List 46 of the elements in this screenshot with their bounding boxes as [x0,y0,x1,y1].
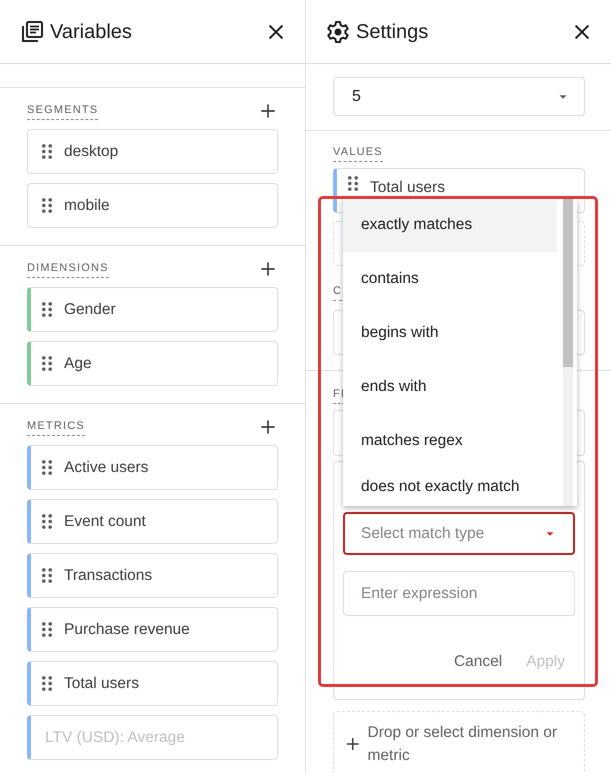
rows-select[interactable]: 5 [333,77,585,116]
drag-handle-icon [42,622,52,637]
chip-label: desktop [64,142,118,162]
drag-handle-icon [348,176,358,191]
chip-label: Transactions [64,566,152,586]
drag-handle-icon [42,514,52,529]
chip[interactable]: mobile [27,183,278,228]
chip-label: Gender [64,300,116,320]
chip-label: Active users [64,458,148,478]
cancel-button[interactable]: Cancel [444,644,512,680]
variables-icon [20,20,44,44]
chip-label: Total users [64,674,139,694]
chip-label: LTV (USD): Average [45,728,185,748]
chip[interactable]: Gender [27,287,278,332]
chip[interactable]: Purchase revenue [27,607,278,652]
chip[interactable]: Event count [27,499,278,544]
drag-handle-icon [42,460,52,475]
gear-icon [326,20,350,44]
panel-title: Settings [356,20,428,44]
chip-label: Purchase revenue [64,620,190,640]
chip[interactable]: Active users [27,445,278,490]
menu-item[interactable]: does not exactly match [343,468,557,506]
chip-label: mobile [64,196,110,216]
drag-handle-icon [42,144,52,159]
section-label: VALUES [333,144,383,162]
drag-handle-icon [42,356,52,371]
chip[interactable]: desktop [27,129,278,174]
match-type-select[interactable]: Select match type [343,512,575,555]
section-label: METRICS [27,418,85,436]
expression-field[interactable]: Enter expression [343,571,575,616]
section-label: SEGMENTS [27,102,98,120]
drag-handle-icon [42,676,52,691]
drop-zone[interactable]: Drop or select dimension or metric [333,711,585,773]
chip-label: Age [64,354,92,374]
drag-handle-icon [42,568,52,583]
chip[interactable]: Age [27,341,278,386]
drag-handle-icon [42,198,52,213]
chip[interactable]: Total users [27,661,278,706]
section-label: DIMENSIONS [27,260,109,278]
section-label: C [333,282,342,302]
chip[interactable]: Transactions [27,553,278,598]
chip-label: Event count [64,512,146,532]
menu-item[interactable]: exactly matches [343,198,557,252]
panel-title: Variables [50,20,132,44]
chip-label: Total users [370,178,445,198]
drag-handle-icon [42,302,52,317]
